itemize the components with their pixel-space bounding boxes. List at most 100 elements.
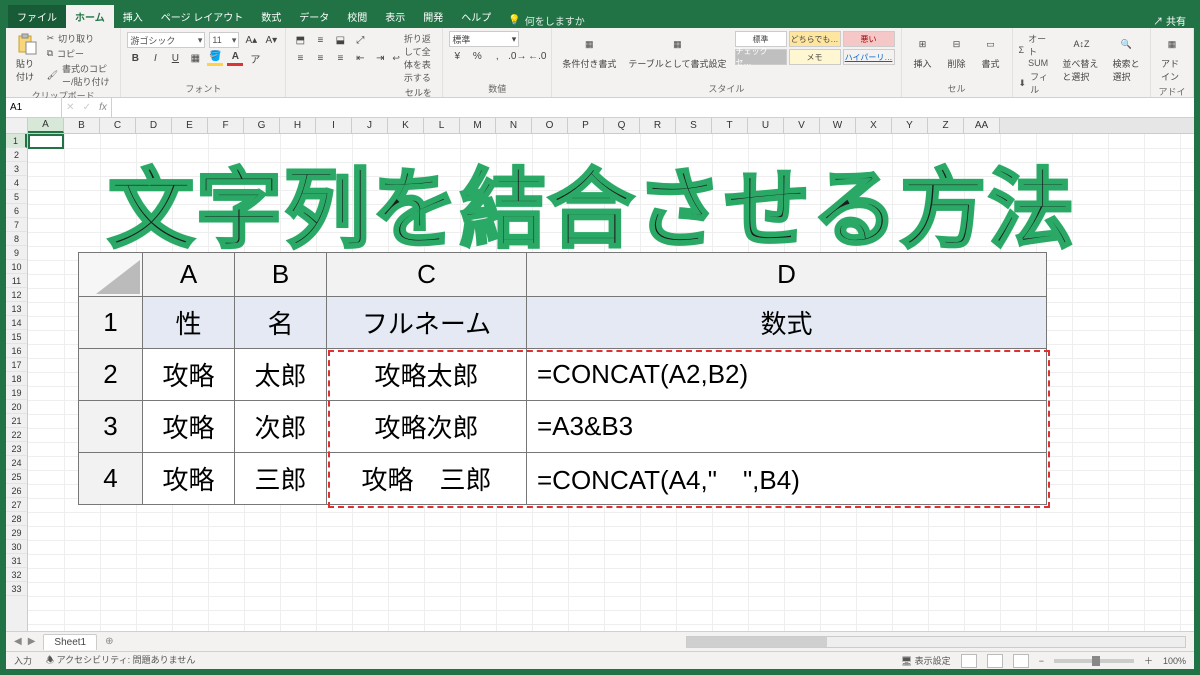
tab-dev[interactable]: 開発 [414, 5, 452, 28]
col-header-S[interactable]: S [676, 118, 712, 133]
worksheet-grid[interactable]: ABCDEFGHIJKLMNOPQRSTUVWXYZAA 12345678910… [6, 118, 1194, 631]
row-header-12[interactable]: 12 [6, 288, 27, 302]
dec-decimal-button[interactable]: ←.0 [529, 48, 545, 64]
row-header-33[interactable]: 33 [6, 582, 27, 596]
row-header-1[interactable]: 1 [6, 134, 27, 148]
indent-inc-button[interactable]: ⇥ [372, 50, 388, 66]
indent-dec-button[interactable]: ⇤ [352, 50, 368, 66]
row-header-19[interactable]: 19 [6, 386, 27, 400]
row-header-8[interactable]: 8 [6, 232, 27, 246]
name-box[interactable]: A1 [6, 98, 62, 117]
row-header-10[interactable]: 10 [6, 260, 27, 274]
cell-styles-gallery[interactable]: 標準 どちらでも… 悪い チェック セ… メモ ハイパーリ… [735, 31, 895, 65]
row-header-29[interactable]: 29 [6, 526, 27, 540]
cut-button[interactable]: ✂切り取り [47, 31, 115, 46]
row-header-23[interactable]: 23 [6, 442, 27, 456]
find-select-button[interactable]: 🔍検索と選択 [1109, 31, 1144, 85]
zoom-out-button[interactable]: − [1039, 656, 1044, 666]
row-header-26[interactable]: 26 [6, 484, 27, 498]
col-header-Y[interactable]: Y [892, 118, 928, 133]
col-header-D[interactable]: D [136, 118, 172, 133]
select-all-corner[interactable] [6, 118, 28, 134]
col-header-V[interactable]: V [784, 118, 820, 133]
increase-font-button[interactable]: A▴ [243, 32, 259, 48]
zoom-in-button[interactable]: ＋ [1144, 654, 1153, 667]
row-header-13[interactable]: 13 [6, 302, 27, 316]
comma-button[interactable]: , [489, 48, 505, 64]
row-header-27[interactable]: 27 [6, 498, 27, 512]
display-settings[interactable]: 🖥 表示設定 [901, 654, 951, 667]
col-header-A[interactable]: A [28, 118, 64, 133]
align-left-button[interactable]: ≡ [292, 50, 308, 66]
col-header-F[interactable]: F [208, 118, 244, 133]
row-header-28[interactable]: 28 [6, 512, 27, 526]
row-header-18[interactable]: 18 [6, 372, 27, 386]
align-top-button[interactable]: ⬒ [292, 32, 308, 48]
row-header-6[interactable]: 6 [6, 204, 27, 218]
row-header-30[interactable]: 30 [6, 540, 27, 554]
row-header-3[interactable]: 3 [6, 162, 27, 176]
font-name-select[interactable]: 游ゴシック▾ [127, 32, 205, 48]
fill-button[interactable]: ⬇フィル [1019, 69, 1055, 97]
column-headers[interactable]: ABCDEFGHIJKLMNOPQRSTUVWXYZAA [28, 118, 1194, 134]
format-as-table-button[interactable]: ▦ テーブルとして書式設定 [624, 31, 730, 72]
col-header-M[interactable]: M [460, 118, 496, 133]
row-header-9[interactable]: 9 [6, 246, 27, 260]
sheet-nav-next[interactable]: ▶ [28, 636, 36, 647]
col-header-R[interactable]: R [640, 118, 676, 133]
tab-formulas[interactable]: 数式 [252, 5, 290, 28]
view-pagebreak-button[interactable] [1013, 654, 1029, 668]
style-hyperlink[interactable]: ハイパーリ… [843, 49, 895, 65]
horizontal-scrollbar[interactable] [686, 636, 1186, 648]
formula-input[interactable] [112, 98, 1194, 117]
row-header-5[interactable]: 5 [6, 190, 27, 204]
zoom-level[interactable]: 100% [1163, 656, 1186, 666]
col-header-B[interactable]: B [64, 118, 100, 133]
row-header-25[interactable]: 25 [6, 470, 27, 484]
col-header-L[interactable]: L [424, 118, 460, 133]
col-header-N[interactable]: N [496, 118, 532, 133]
tab-insert[interactable]: 挿入 [114, 5, 152, 28]
col-header-E[interactable]: E [172, 118, 208, 133]
align-middle-button[interactable]: ≡ [312, 32, 328, 48]
row-header-21[interactable]: 21 [6, 414, 27, 428]
col-header-Q[interactable]: Q [604, 118, 640, 133]
tab-help[interactable]: ヘルプ [452, 5, 500, 28]
col-header-K[interactable]: K [388, 118, 424, 133]
share-button[interactable]: ↗ 共有 [1153, 13, 1186, 28]
col-header-P[interactable]: P [568, 118, 604, 133]
row-header-24[interactable]: 24 [6, 456, 27, 470]
col-header-Z[interactable]: Z [928, 118, 964, 133]
italic-button[interactable]: I [147, 50, 163, 66]
row-header-14[interactable]: 14 [6, 316, 27, 330]
font-color-button[interactable]: A [227, 50, 243, 66]
tab-view[interactable]: 表示 [376, 5, 414, 28]
phonetic-button[interactable]: ア [247, 50, 263, 66]
wrap-text-button[interactable]: ↩折り返して全体を表示する [392, 31, 436, 85]
fx-icon[interactable]: fx [99, 102, 107, 113]
row-header-20[interactable]: 20 [6, 400, 27, 414]
conditional-formatting-button[interactable]: ▦ 条件付き書式 [558, 31, 620, 72]
delete-cells-button[interactable]: ⊟削除 [942, 31, 972, 72]
row-headers[interactable]: 1234567891011121314151617181920212223242… [6, 134, 28, 631]
row-header-11[interactable]: 11 [6, 274, 27, 288]
view-pagelayout-button[interactable] [987, 654, 1003, 668]
number-format-select[interactable]: 標準▾ [449, 31, 519, 47]
zoom-slider[interactable] [1054, 659, 1134, 663]
col-header-I[interactable]: I [316, 118, 352, 133]
col-header-T[interactable]: T [712, 118, 748, 133]
tab-review[interactable]: 校閲 [338, 5, 376, 28]
style-check[interactable]: チェック セ… [735, 49, 787, 65]
percent-button[interactable]: % [469, 48, 485, 64]
fill-color-button[interactable]: 🪣 [207, 50, 223, 66]
copy-button[interactable]: ⧉コピー [47, 46, 115, 61]
tab-home[interactable]: ホーム [66, 5, 114, 28]
col-header-W[interactable]: W [820, 118, 856, 133]
col-header-AA[interactable]: AA [964, 118, 1000, 133]
row-header-2[interactable]: 2 [6, 148, 27, 162]
tell-me[interactable]: 💡 何をしますか [500, 13, 592, 28]
col-header-O[interactable]: O [532, 118, 568, 133]
cancel-icon[interactable]: ✕ [66, 102, 74, 113]
paste-button[interactable]: 貼り付け [12, 31, 43, 85]
border-button[interactable]: ▦ [187, 50, 203, 66]
